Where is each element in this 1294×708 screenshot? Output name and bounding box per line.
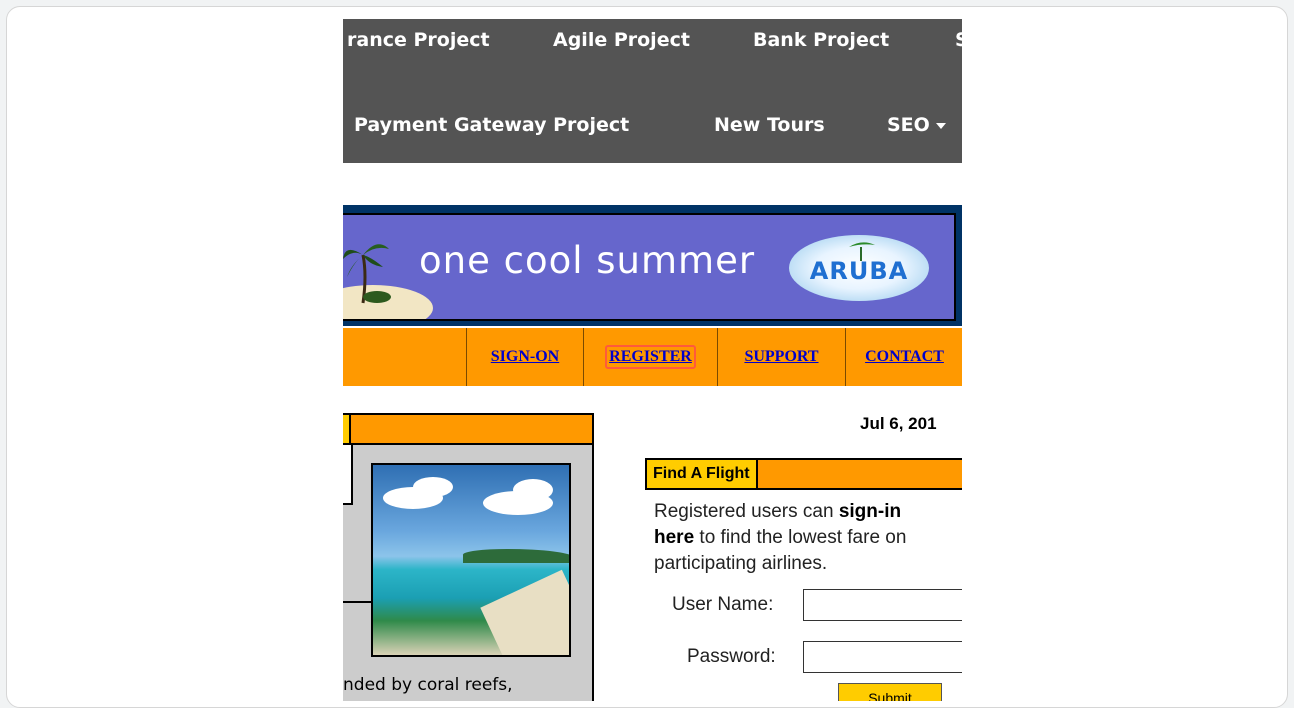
destination-panel: nded by coral reefs, <box>343 413 594 701</box>
desc-here: here <box>654 527 695 548</box>
destination-panel-tab <box>343 415 351 443</box>
browser-content-card: rance Project Agile Project Bank Project… <box>6 6 1288 708</box>
nav-link-bank-project[interactable]: Bank Project <box>753 29 889 51</box>
username-input[interactable] <box>803 589 962 621</box>
register-link[interactable]: REGISTER <box>605 345 696 369</box>
aruba-logo: ARUBA <box>789 235 929 301</box>
support-link[interactable]: SUPPORT <box>744 348 818 366</box>
destination-panel-header <box>343 415 592 445</box>
panel-divider <box>343 601 371 603</box>
main-menu-bar: SIGN-ON REGISTER SUPPORT CONTACT <box>343 328 962 386</box>
destination-inner-frame <box>343 445 353 505</box>
menu-cell-sign-on: SIGN-ON <box>466 328 583 386</box>
banner-tagline: one cool summer <box>419 239 756 282</box>
nav-link-payment-gateway-project[interactable]: Payment Gateway Project <box>354 114 629 136</box>
beach-photo <box>371 463 571 657</box>
find-flight-title: Find A Flight <box>647 460 758 488</box>
page-viewport: rance Project Agile Project Bank Project… <box>343 19 962 701</box>
desc-prefix: Registered users can <box>654 501 839 522</box>
find-flight-header: Find A Flight <box>645 458 962 490</box>
password-input[interactable] <box>803 641 962 673</box>
menu-cell-contact: CONTACT <box>845 328 962 386</box>
photo-cloud <box>513 479 553 501</box>
promo-banner: one cool summer ARUBA <box>343 205 962 326</box>
desc-sign-in: sign-in <box>838 501 902 522</box>
top-navigation-bar: rance Project Agile Project Bank Project… <box>343 19 962 163</box>
destination-caption: nded by coral reefs, <box>343 675 513 695</box>
nav-link-agile-project[interactable]: Agile Project <box>553 29 690 51</box>
nav-dropdown-seo[interactable]: SEO <box>887 114 946 136</box>
menu-cell-register: REGISTER <box>583 328 717 386</box>
menu-cell-support: SUPPORT <box>717 328 845 386</box>
sign-on-link[interactable]: SIGN-ON <box>491 348 559 366</box>
banner-panel: one cool summer ARUBA <box>343 213 956 321</box>
password-label: Password: <box>687 646 776 667</box>
contact-link[interactable]: CONTACT <box>865 348 944 366</box>
current-date: Jul 6, 201 <box>860 414 937 433</box>
submit-button[interactable]: Submit <box>838 683 942 701</box>
aruba-logo-text: ARUBA <box>809 257 909 285</box>
nav-link-insurance-project[interactable]: rance Project <box>347 29 490 51</box>
palm-tree-icon <box>343 244 391 304</box>
username-label: User Name: <box>672 594 774 615</box>
find-flight-description: Registered users can sign-in here to fin… <box>654 499 962 577</box>
nav-link-new-tours[interactable]: New Tours <box>714 114 825 136</box>
caret-down-icon <box>935 122 946 129</box>
photo-beach <box>480 569 569 655</box>
photo-cloud <box>413 477 453 497</box>
photo-island <box>463 549 569 563</box>
seo-label: SEO <box>887 114 930 136</box>
nav-link-truncated[interactable]: S <box>955 29 962 51</box>
